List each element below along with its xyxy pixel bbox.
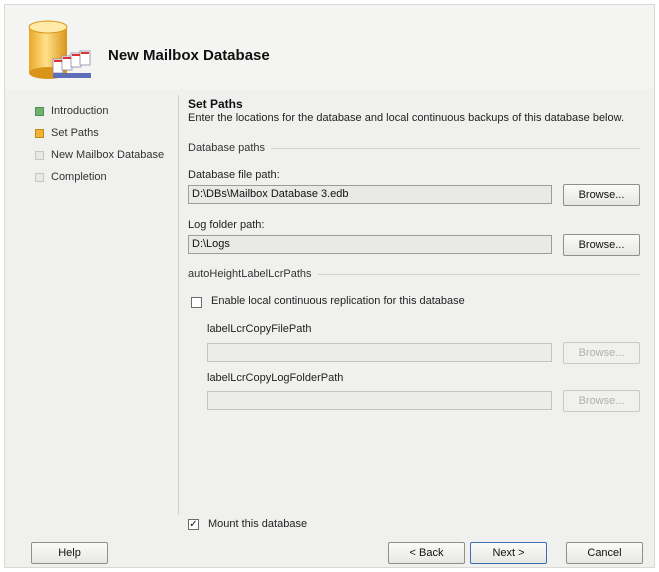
database-paths-group: Database paths (188, 142, 640, 154)
back-button[interactable]: < Back (388, 542, 465, 564)
mount-database-checkbox[interactable]: ✓ (188, 519, 199, 530)
group-divider (271, 147, 640, 149)
wizard-title: New Mailbox Database (108, 47, 270, 64)
lcr-copy-file-label: labelLcrCopyFilePath (207, 323, 312, 335)
lcr-copy-log-input[interactable] (207, 391, 552, 410)
page-description: Enter the locations for the database and… (188, 112, 625, 124)
enable-lcr-label: Enable local continuous replication for … (211, 295, 465, 307)
group-label: Database paths (188, 142, 266, 154)
browse-log-folder-button[interactable]: Browse... (563, 234, 640, 256)
step-label: Completion (51, 171, 107, 183)
browse-lcr-copy-log-button[interactable]: Browse... (563, 390, 640, 412)
lcr-copy-log-label: labelLcrCopyLogFolderPath (207, 372, 344, 384)
browse-lcr-copy-file-button[interactable]: Browse... (563, 342, 640, 364)
step-new-mailbox-database: New Mailbox Database (35, 144, 185, 166)
step-pending-icon (35, 172, 44, 182)
lcr-paths-group: autoHeightLabelLcrPaths (188, 268, 640, 280)
database-icon (28, 20, 91, 79)
next-button[interactable]: Next > (470, 542, 547, 564)
lcr-copy-file-input[interactable] (207, 343, 552, 362)
step-label: Introduction (51, 105, 109, 117)
cancel-button[interactable]: Cancel (566, 542, 643, 564)
group-label: autoHeightLabelLcrPaths (188, 268, 312, 280)
step-label: New Mailbox Database (51, 149, 165, 161)
step-pending-icon (35, 150, 44, 160)
group-divider (317, 273, 640, 275)
step-current-icon (35, 128, 44, 138)
log-folder-path-input[interactable]: D:\Logs (188, 235, 552, 254)
db-file-path-label: Database file path: (188, 169, 280, 181)
step-introduction: Introduction (35, 100, 185, 122)
divider (178, 95, 179, 515)
step-done-icon (35, 106, 44, 116)
browse-db-file-button[interactable]: Browse... (563, 184, 640, 206)
step-set-paths: Set Paths (35, 122, 185, 144)
enable-lcr-checkbox[interactable] (191, 297, 202, 308)
wizard-header: New Mailbox Database (5, 5, 654, 89)
help-button[interactable]: Help (31, 542, 108, 564)
page-title: Set Paths (188, 97, 243, 111)
step-label: Set Paths (51, 127, 99, 139)
db-file-path-input[interactable]: D:\DBs\Mailbox Database 3.edb (188, 185, 552, 204)
wizard-steps: Introduction Set Paths New Mailbox Datab… (35, 100, 185, 188)
log-folder-path-label: Log folder path: (188, 219, 265, 231)
mount-database-label: Mount this database (208, 518, 308, 530)
step-completion: Completion (35, 166, 185, 188)
new-mailbox-database-wizard: New Mailbox Database Introduction Set Pa… (4, 4, 655, 568)
